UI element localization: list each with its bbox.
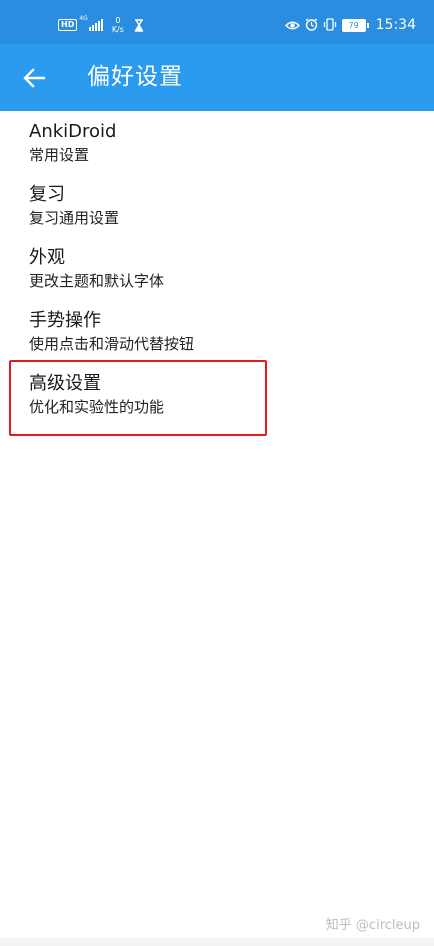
network-speed-value: 0 (115, 16, 121, 25)
pref-item-ankidroid[interactable]: AnkiDroid 常用设置 (0, 111, 434, 174)
pref-title: AnkiDroid (29, 121, 117, 142)
status-left: HD 4G 0 K/s (58, 14, 144, 36)
signal-icon (88, 19, 104, 31)
pref-title: 手势操作 (29, 310, 101, 331)
eye-icon (284, 16, 300, 35)
hd-badge: HD (58, 19, 78, 31)
pref-title: 高级设置 (29, 373, 101, 394)
battery-icon: 79 (341, 18, 369, 32)
battery-tip (366, 22, 369, 28)
battery-level: 79 (341, 18, 366, 32)
alarm-icon (305, 16, 318, 35)
network-speed-unit: K/s (111, 25, 124, 34)
status-bar: HD 4G 0 K/s 79 15:34 (0, 0, 434, 44)
pref-item-appearance[interactable]: 外观 更改主题和默认字体 (0, 237, 434, 300)
app-bar: 偏好设置 (0, 44, 434, 111)
pref-summary: 更改主题和默认字体 (29, 272, 165, 290)
arrow-left-icon (23, 68, 45, 88)
vibrate-icon (323, 16, 337, 35)
hourglass-icon (134, 18, 144, 32)
bottom-strip (0, 938, 434, 946)
watermark: 知乎 @circleup (325, 918, 420, 933)
pref-item-review[interactable]: 复习 复习通用设置 (0, 174, 434, 237)
pref-summary: 使用点击和滑动代替按钮 (29, 335, 195, 353)
pref-title: 外观 (29, 247, 65, 268)
page-title: 偏好设置 (87, 64, 183, 90)
status-right: 79 15:34 (284, 14, 416, 36)
network-speed: 0 K/s (112, 16, 124, 34)
back-button[interactable] (14, 58, 54, 98)
network-type: 4G (79, 15, 88, 22)
pref-item-gestures[interactable]: 手势操作 使用点击和滑动代替按钮 (0, 300, 434, 363)
pref-title: 复习 (29, 184, 65, 205)
pref-summary: 常用设置 (29, 146, 90, 164)
pref-summary: 优化和实验性的功能 (29, 398, 165, 416)
preference-list: AnkiDroid 常用设置 复习 复习通用设置 外观 更改主题和默认字体 手势… (0, 111, 434, 426)
pref-item-advanced[interactable]: 高级设置 优化和实验性的功能 (0, 363, 434, 426)
clock: 15:34 (375, 17, 416, 33)
pref-summary: 复习通用设置 (29, 209, 120, 227)
